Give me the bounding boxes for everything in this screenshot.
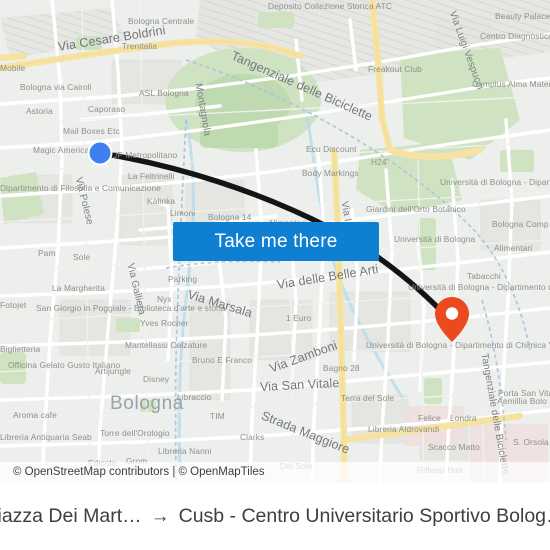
poi-limoni: Limoni	[170, 208, 196, 218]
poi-bologna-14: Bologna 14	[208, 212, 252, 222]
poi-1-euro: 1 Euro	[286, 313, 312, 323]
poi-giardini-orto-botanico: Giardini dell'Orto Botanico	[366, 204, 466, 214]
poi-unibo-informatica: Università di Bologna - Dipartimento di …	[408, 282, 550, 292]
poi-clarks: Clarks	[240, 432, 265, 442]
poi-body-markings: Body Markings	[302, 168, 359, 178]
poi-libreria-nanni: Libreria Nanni	[158, 446, 212, 456]
poi-alimentari-right: Alimentari	[494, 243, 533, 253]
poi-parking: Parking	[168, 274, 198, 284]
arrow-icon: →	[150, 505, 170, 527]
caption-origin: Piazza Dei Mart…	[0, 505, 142, 527]
poi-bologna-via-cairoli: Bologna via Cairoli	[20, 82, 92, 92]
poi-yves-rocher: Yves Rocher	[140, 318, 189, 328]
poi-mobile: Mobile	[0, 63, 26, 73]
poi-centro-diagnostico-cavour: Centro Diagnostico Cavour	[480, 31, 550, 41]
poi-libreria-antiquaria-seab: Libreria Antiquaria Seab	[0, 432, 92, 442]
poi-sole: Sole	[73, 252, 91, 262]
poi-h24: H24	[371, 157, 387, 167]
poi-bologna-centrale: Bologna Centrale	[128, 16, 195, 26]
poi-jp-metropolitano: JP Metropolitano	[113, 150, 178, 160]
take-me-there-button[interactable]: Take me there	[173, 222, 379, 261]
map-attribution-bar: © OpenStreetMap contributors | © OpenMap…	[0, 462, 550, 483]
poi-kalinka: Kalinka	[147, 196, 176, 206]
poi-bologna-comp: Bologna Comp	[492, 219, 549, 229]
poi-astoria: Astoria	[26, 106, 53, 116]
poi-la-margherita: La Margherita	[52, 283, 105, 293]
poi-camplus-alma-mater: Camplus Alma Mater	[472, 79, 550, 89]
origin-dot[interactable]	[86, 139, 114, 167]
poi-libreria-aldrovandi: Libreria Aldrovandi	[368, 424, 440, 434]
poi-disney: Disney	[143, 374, 170, 384]
poi-la-feltrinelli: La Feltrinelli	[128, 171, 175, 181]
route-map-card: Via Cesare Boldrini Tangenziale delle Bi…	[0, 0, 550, 550]
poi-mantellassi-calzature: Mantellassi Calzature	[125, 340, 208, 350]
poi-aemillia-bolo: Aemillia Bolo	[497, 396, 547, 406]
destination-pin[interactable]	[434, 296, 470, 344]
poi-pam: Pam	[38, 248, 56, 258]
poi-universita-di-bologna: Università di Bologna	[394, 234, 476, 244]
attribution-text: © OpenStreetMap contributors | © OpenMap…	[13, 466, 265, 478]
poi-magic-america: Magic America	[33, 145, 90, 155]
poi-londra: Londra	[450, 413, 477, 423]
poi-scacco-matto: Scacco Matto	[428, 442, 480, 452]
caption-destination: Cusb - Centro Universitario Sportivo Bol…	[178, 505, 550, 527]
poi-deposito-collezione: Deposito Collezione Storica ATC	[268, 1, 392, 11]
poi-bagno-28: Bagno 28	[323, 363, 360, 373]
poi-caporaso: Caporaso	[88, 104, 126, 114]
poi-dip-filosofia: Dipartimento di Filosofia e Comunicazion…	[0, 183, 161, 193]
poi-s-orsola: S. Orsola	[513, 437, 549, 447]
poi-felice: Felice	[418, 413, 441, 423]
poi-beauty-palace: Beauty Palace	[495, 11, 550, 21]
poi-torre-dell-orologio: Torre dell'Orologio	[100, 428, 170, 438]
poi-bruno-e-franco: Bruno E Franco	[192, 355, 253, 365]
poi-libraccio: Libraccio	[177, 392, 212, 402]
city-label-bologna: Bologna	[110, 393, 184, 414]
route-caption: Piazza Dei Mart… → Cusb - Centro Univers…	[0, 483, 550, 550]
poi-trenitalia: Trenitalia	[122, 41, 158, 51]
poi-san-giorgio-poggiale: San Giorgio in Poggiale - Biblioteca d'a…	[36, 303, 226, 313]
poi-artijungle: Artijungle	[95, 366, 131, 376]
poi-tim: TIM	[210, 411, 225, 421]
poi-tabacchi: Tabacchi	[467, 271, 501, 281]
poi-freakout-club: Freakout Club	[368, 64, 422, 74]
poi-fotojet: Fotojet	[0, 300, 27, 310]
poi-asl-bologna: ASL Bologna	[139, 88, 189, 98]
poi-biglietteria: Biglietteria	[0, 344, 41, 354]
poi-mail-boxes-etc: Mail Boxes Etc	[63, 126, 120, 136]
poi-terra-del-sole: Terra del Sole	[341, 393, 395, 403]
map-canvas[interactable]: Via Cesare Boldrini Tangenziale delle Bi…	[0, 0, 550, 483]
poi-aroma-cafe: Aroma cafe	[13, 410, 57, 420]
poi-nyx: Nyx	[157, 294, 172, 304]
poi-unibo-fisica: Università di Bologna - Dipartimento di …	[440, 177, 550, 187]
poi-officina-gelato: Officina Gelato Gusto Italiano	[8, 360, 121, 370]
poi-ecu-discount: Ecu Discount	[306, 144, 357, 154]
